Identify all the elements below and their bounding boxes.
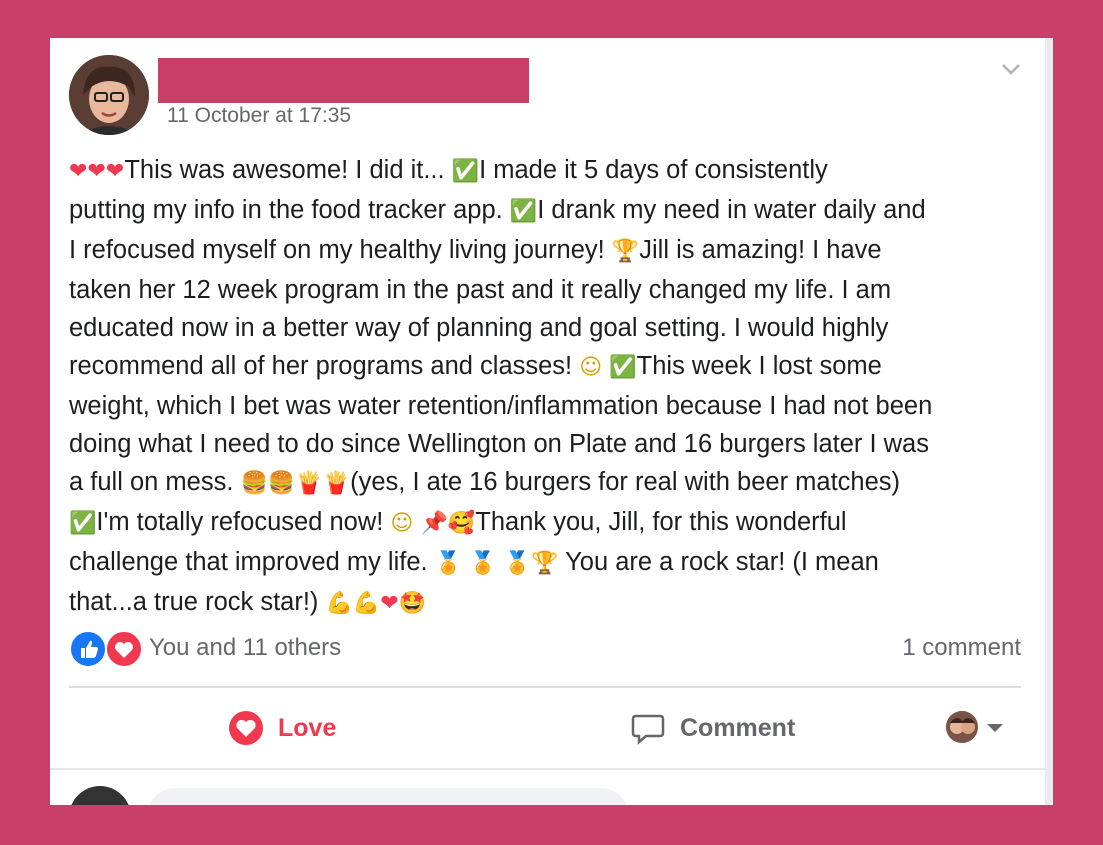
love-button[interactable]: Love xyxy=(228,708,336,748)
divider xyxy=(50,768,1045,770)
comment-count[interactable]: 1 comment xyxy=(902,634,1021,662)
post-text-segment: I refocused myself on my healthy living … xyxy=(69,236,612,264)
heart-icon: ❤ xyxy=(69,159,88,184)
hearts-face-icon: 🥰 xyxy=(447,511,476,536)
reaction-summary[interactable]: You and 11 others xyxy=(149,634,341,662)
check-icon: ✅ xyxy=(609,355,637,380)
post-line: that...a true rock star!) 💪💪❤🤩 xyxy=(69,583,1029,623)
fries-icon: 🍟 xyxy=(295,471,323,496)
muscle-icon: 💪 xyxy=(325,591,353,616)
post-text-segment: You are a rock star! (I mean xyxy=(558,548,879,576)
medal-icon: 🏅 xyxy=(503,551,532,576)
post-text-segment: Jill is amazing! I have xyxy=(639,236,882,264)
current-user-avatar xyxy=(946,711,978,743)
post-text-segment xyxy=(497,548,504,576)
reactions-row: You and 11 others 1 comment xyxy=(69,628,1021,668)
post-line: taken her 12 week program in the past an… xyxy=(69,271,1029,309)
post-text-segment: challenge that improved my life. xyxy=(69,548,435,576)
chevron-down-icon[interactable] xyxy=(1000,58,1022,80)
post-text-segment: Thank you, Jill, for this wonderful xyxy=(475,508,847,536)
author-photo xyxy=(69,55,149,135)
check-icon: ✅ xyxy=(451,159,480,184)
comment-icon xyxy=(631,714,665,745)
love-label: Love xyxy=(278,713,337,742)
heart-icon: ❤ xyxy=(105,159,125,184)
post-text-segment: I drank my need in water daily and xyxy=(537,196,926,224)
post-text-segment: a full on mess. xyxy=(69,468,241,496)
post-text-segment: (yes, I ate 16 burgers for real with bee… xyxy=(350,468,901,496)
check-icon: ✅ xyxy=(509,199,538,224)
post-text-segment: I made it 5 days of consistently xyxy=(479,156,828,184)
post-text-segment: weight, which I bet was water retention/… xyxy=(69,392,933,420)
post-line: educated now in a better way of planning… xyxy=(69,309,1029,347)
medal-icon: 🏅 xyxy=(434,551,463,576)
author-avatar[interactable] xyxy=(69,55,149,135)
post-line: recommend all of her programs and classe… xyxy=(69,347,1029,387)
burger-icon: 🍔 xyxy=(267,471,296,496)
caret-down-icon xyxy=(987,724,1003,732)
check-icon: ✅ xyxy=(69,511,97,536)
pin-icon: 📌 xyxy=(420,511,448,536)
fries-icon: 🍟 xyxy=(322,471,351,496)
love-icon xyxy=(229,711,263,745)
post-text-segment: I'm totally refocused now! xyxy=(96,508,391,536)
trophy-icon: 🏆 xyxy=(531,551,559,576)
post-line: challenge that improved my life. 🏅 🏅 🏅🏆 … xyxy=(69,543,1029,583)
comment-button[interactable]: Comment xyxy=(630,708,795,748)
medal-icon: 🏅 xyxy=(469,551,497,576)
divider xyxy=(69,686,1021,688)
post-text-segment: that...a true rock star!) xyxy=(69,588,326,616)
post-card: 11 October at 17:35 ❤❤❤This was awesome!… xyxy=(50,38,1045,805)
love-icon[interactable] xyxy=(105,630,143,668)
like-icon[interactable] xyxy=(69,630,107,668)
post-line: weight, which I bet was water retention/… xyxy=(69,387,1029,425)
post-timestamp[interactable]: 11 October at 17:35 xyxy=(167,104,351,128)
post-text-segment: taken her 12 week program in the past an… xyxy=(69,276,892,304)
muscle-icon: 💪 xyxy=(352,591,381,616)
post-text-segment: educated now in a better way of planning… xyxy=(69,314,889,342)
post-line: ✅I'm totally refocused now! ☺ 📌🥰Thank yo… xyxy=(69,503,1029,543)
commenter-avatar[interactable] xyxy=(69,786,131,805)
comment-label: Comment xyxy=(680,713,796,742)
post-text-segment: This week I lost some xyxy=(636,352,882,380)
post-text-segment: This was awesome! I did it... xyxy=(124,156,452,184)
trophy-icon: 🏆 xyxy=(611,239,640,264)
redacted-author-name xyxy=(158,58,529,103)
card-edge xyxy=(1045,38,1053,805)
smile-icon: ☺ xyxy=(390,511,414,536)
audience-selector[interactable] xyxy=(946,711,1006,743)
post-line: I refocused myself on my healthy living … xyxy=(69,231,1029,271)
heart-icon: ❤ xyxy=(380,591,399,616)
post-body: ❤❤❤This was awesome! I did it... ✅I made… xyxy=(69,151,1029,623)
post-line: putting my info in the food tracker app.… xyxy=(69,191,1029,231)
post-line: ❤❤❤This was awesome! I did it... ✅I made… xyxy=(69,151,1029,191)
heart-icon: ❤ xyxy=(87,159,106,184)
burger-icon: 🍔 xyxy=(240,471,268,496)
post-line: doing what I need to do since Wellington… xyxy=(69,425,1029,463)
post-text-segment: recommend all of her programs and classe… xyxy=(69,352,580,380)
post-line: a full on mess. 🍔🍔🍟🍟(yes, I ate 16 burge… xyxy=(69,463,1029,503)
post-text-segment: doing what I need to do since Wellington… xyxy=(69,430,929,458)
comment-bubble[interactable] xyxy=(146,788,630,805)
post-text-segment: putting my info in the food tracker app. xyxy=(69,196,510,224)
star-eyes-icon: 🤩 xyxy=(398,591,427,616)
smile-icon: ☺ xyxy=(579,355,603,380)
